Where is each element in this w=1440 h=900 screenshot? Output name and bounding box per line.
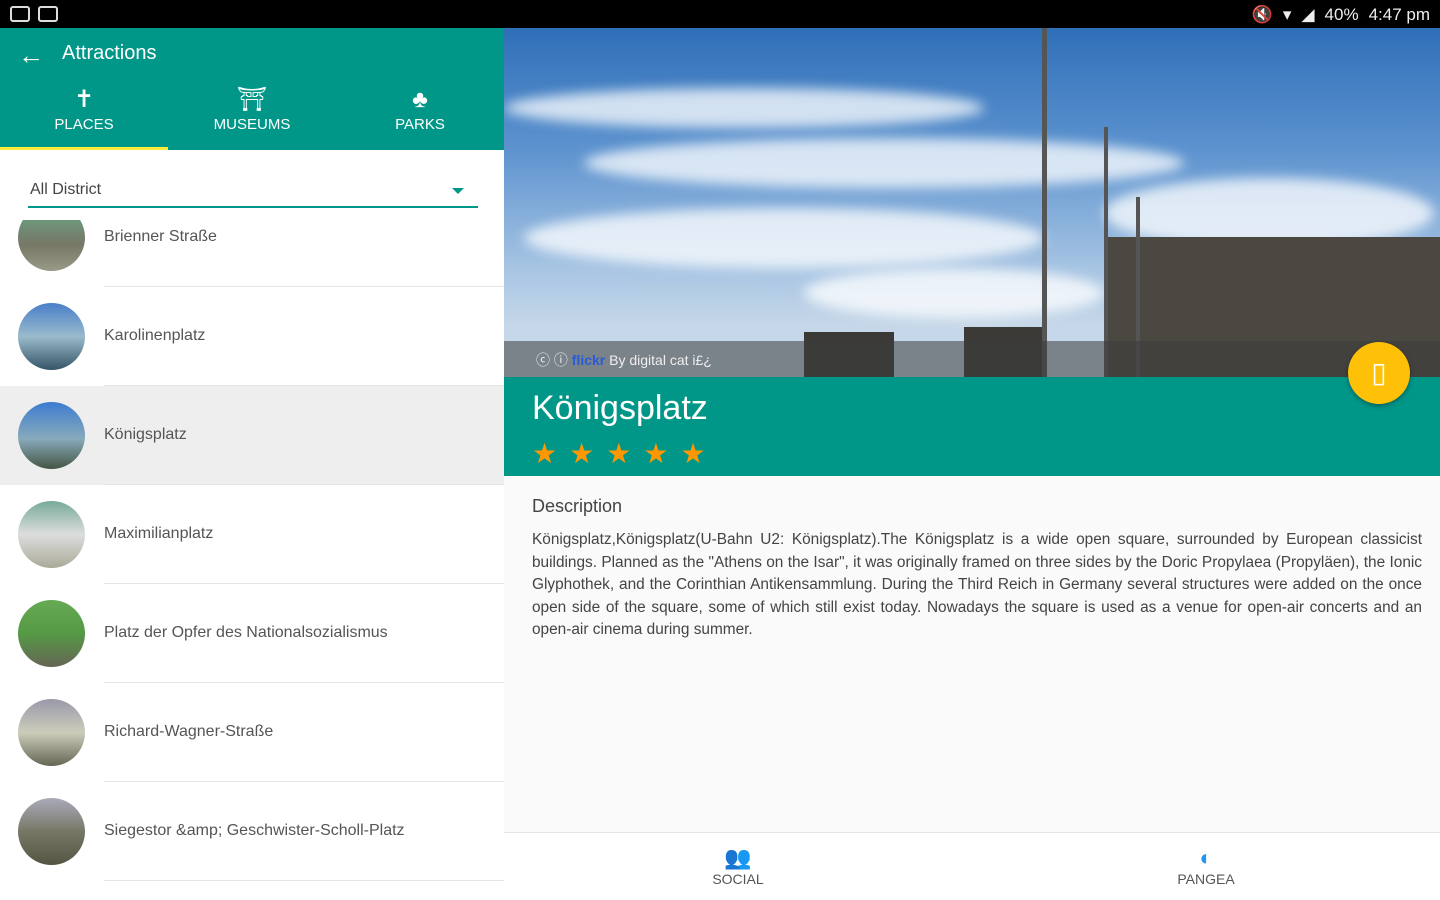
district-dropdown[interactable]: All District [28,178,478,208]
tab-parks[interactable]: ♣ PARKS [336,84,504,150]
page-title: Attractions [62,42,157,64]
star-icon: ★ [680,438,718,469]
gallery-icon [38,6,58,22]
cc-icon: ⓒ ⓘ [536,352,572,368]
place-name: Königsplatz [104,426,187,443]
place-thumbnail [18,402,85,469]
detail-panel: ⓒ ⓘ flickr By digital cat i£¿ ▯ Königspl… [504,28,1440,900]
map-button[interactable]: ▯ [1348,342,1410,404]
list-item[interactable]: Königsplatz [0,386,504,485]
place-name: Königsplatz [532,389,708,427]
tab-label: MUSEUMS [213,116,291,133]
list-item[interactable]: Richard-Wagner-Straße [0,683,504,782]
status-bar: 🔇 ▾ ◢ 40% 4:47 pm [0,0,1440,28]
list-item[interactable]: Platz der Opfer des Nationalsozialismus [0,584,504,683]
place-thumbnail [18,303,85,370]
people-icon: 👥 [724,845,752,870]
place-thumbnail [18,798,85,865]
star-icon: ★ [643,438,681,469]
signal-icon: ◢ [1301,5,1315,24]
description-text: Königsplatz,Königsplatz(U-Bahn U2: König… [532,531,1422,638]
map-icon: ▯ [1371,357,1387,388]
wifi-icon: ▾ [1282,5,1292,24]
list-item[interactable]: Karolinenplatz [0,287,504,386]
tree-icon: ♣ [412,86,428,113]
dropdown-value: All District [30,181,102,198]
star-icon: ★ [606,438,644,469]
tab-label: PLACES [54,116,114,133]
place-thumbnail [18,501,85,568]
list-item[interactable]: Siegestor &amp; Geschwister-Scholl-Platz [0,782,504,881]
star-icon: ★ [569,438,607,469]
social-button[interactable]: 👥 SOCIAL [504,833,972,900]
place-thumbnail [18,600,85,667]
toolbar: ← Attractions ✝ PLACES ⛩ MUSEUMS ♣ PARKS [0,28,504,150]
place-header: Königsplatz ★★★★★ [504,377,1440,476]
place-thumbnail [18,220,85,271]
place-photo: ⓒ ⓘ flickr By digital cat i£¿ [504,28,1440,377]
tab-places[interactable]: ✝ PLACES [0,84,168,150]
star-icon: ★ [532,438,570,469]
column-icon: ⛩ [236,86,268,113]
divider [104,880,504,881]
credit-author: By digital cat i£¿ [609,352,712,368]
place-thumbnail [18,699,85,766]
tab-label: PARKS [395,116,445,133]
rating-stars: ★★★★★ [532,437,718,470]
description-label: Description [532,496,623,516]
place-name: Brienner Straße [104,228,217,245]
place-name: Richard-Wagner-Straße [104,723,274,740]
mute-icon: 🔇 [1251,5,1273,24]
places-list[interactable]: Brienner Straße Karolinenplatz Königsplatz… [0,220,504,900]
notification-icon [10,6,30,22]
description-section: Description Königsplatz,Königsplatz(U-Ba… [532,496,1422,642]
bottom-nav: 👥 SOCIAL ◐ PANGEA [504,832,1440,900]
arrow-left-icon[interactable]: ← [18,40,44,71]
time: 4:47 pm [1368,5,1430,24]
tab-museums[interactable]: ⛩ MUSEUMS [168,84,336,150]
nav-label: SOCIAL [712,871,764,887]
photo-credit[interactable]: ⓒ ⓘ flickr By digital cat i£¿ [504,341,1440,377]
list-item[interactable]: Maximilianplatz [0,485,504,584]
place-name: Platz der Opfer des Nationalsozialismus [104,624,388,641]
battery-text: 40% [1324,5,1359,24]
signpost-icon: ✝ [73,86,95,113]
place-name: Siegestor &amp; Geschwister-Scholl-Platz [104,822,405,839]
attractions-panel: ← Attractions ✝ PLACES ⛩ MUSEUMS ♣ PARKS Al… [0,28,504,900]
chevron-down-icon [452,188,464,194]
place-name: Karolinenplatz [104,327,206,344]
credit-source: flickr [571,352,606,368]
list-item[interactable]: Brienner Straße [0,220,504,287]
place-name: Maximilianplatz [104,525,214,542]
pangea-logo-icon: ◐ [1199,845,1213,870]
pangea-button[interactable]: ◐ PANGEA [972,833,1440,900]
nav-label: PANGEA [1177,871,1235,887]
